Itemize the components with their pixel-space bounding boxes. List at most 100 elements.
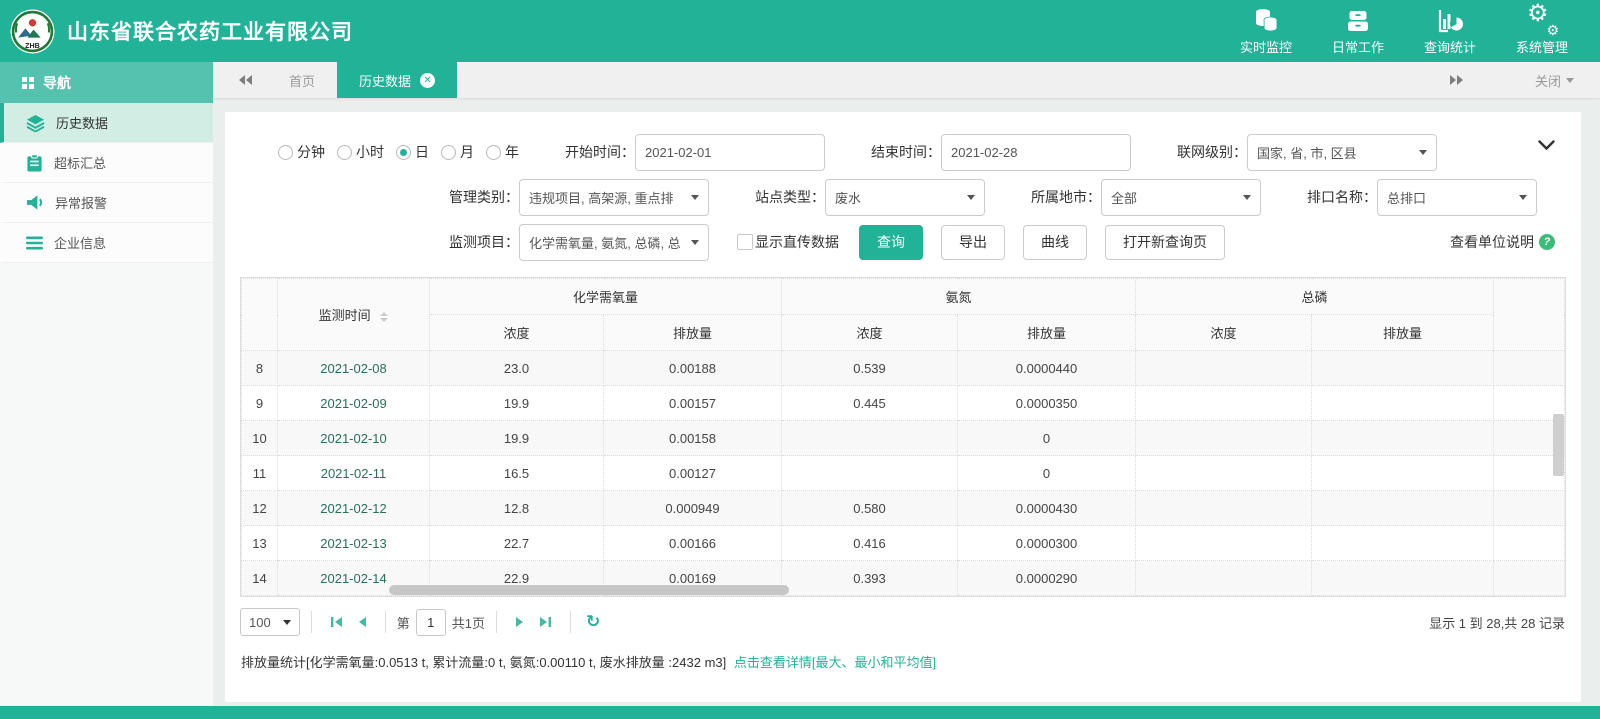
- network-level-label: 联网级别：: [1159, 142, 1247, 162]
- sidebar-item[interactable]: 超标汇总: [0, 143, 213, 183]
- tabs-scroll-right-icon[interactable]: [1449, 74, 1465, 86]
- outlet-select[interactable]: 总排口: [1377, 179, 1537, 216]
- export-button[interactable]: 导出: [941, 225, 1005, 260]
- radio-label: 年: [505, 142, 519, 162]
- chevron-down-icon: [967, 195, 975, 200]
- tabs-scroll-left-icon[interactable]: [237, 74, 253, 86]
- value-cell: [1136, 386, 1312, 421]
- top-nav-item[interactable]: ⚙⚙系统管理: [1514, 6, 1570, 56]
- table-row: 122021-02-1212.80.0009490.5800.0000430: [242, 491, 1565, 526]
- value-cell: 0.393: [782, 561, 958, 596]
- page-size-select[interactable]: 100: [240, 608, 300, 636]
- prev-page-icon[interactable]: [357, 616, 367, 628]
- outlet-label: 排口名称：: [1289, 187, 1377, 207]
- granularity-radio[interactable]: 月: [441, 142, 474, 162]
- value-cell: 0.00157: [604, 386, 782, 421]
- radio-label: 分钟: [297, 142, 325, 162]
- row-index: 10: [242, 421, 278, 456]
- tab-close-icon[interactable]: ✕: [420, 73, 435, 88]
- chevron-down-icon: [1243, 195, 1251, 200]
- value-cell: 22.7: [430, 526, 604, 561]
- top-nav-label: 系统管理: [1516, 37, 1568, 56]
- sidebar-item[interactable]: 企业信息: [0, 223, 213, 263]
- monitor-date-link[interactable]: 2021-02-12: [278, 491, 430, 526]
- monitor-date-link[interactable]: 2021-02-11: [278, 456, 430, 491]
- monitor-item-select[interactable]: 化学需氧量, 氨氮, 总磷, 总: [519, 224, 709, 261]
- value-cell: 0.0000430: [958, 491, 1136, 526]
- monitor-date-link[interactable]: 2021-02-13: [278, 526, 430, 561]
- granularity-radio[interactable]: 日: [396, 142, 429, 162]
- partial-cell: [1494, 351, 1565, 386]
- granularity-radio[interactable]: 小时: [337, 142, 384, 162]
- unit-help-link[interactable]: 查看单位说明 ?: [1450, 232, 1565, 252]
- first-page-icon[interactable]: [330, 616, 343, 628]
- end-time-input[interactable]: 2021-02-28: [941, 134, 1131, 171]
- table-body: 82021-02-0823.00.001880.5390.00004409202…: [242, 351, 1565, 596]
- page-prefix: 第: [397, 613, 410, 632]
- value-cell: 0.445: [782, 386, 958, 421]
- tab-history-data[interactable]: 历史数据 ✕: [337, 62, 457, 98]
- top-nav-item[interactable]: 日常工作: [1330, 6, 1386, 56]
- top-nav-item[interactable]: 查询统计: [1422, 6, 1478, 56]
- layers-icon: [26, 114, 45, 132]
- time-column-header[interactable]: 监测时间: [278, 279, 430, 351]
- radio-icon: [441, 145, 456, 160]
- bottom-accent-bar: [0, 706, 1600, 719]
- start-time-input[interactable]: 2021-02-01: [635, 134, 825, 171]
- sidebar-item[interactable]: 异常报警: [0, 183, 213, 223]
- refresh-icon[interactable]: ↻: [586, 612, 600, 632]
- value-cell: 0.0000350: [958, 386, 1136, 421]
- chevron-down-icon: [691, 240, 699, 245]
- end-time-label: 结束时间：: [853, 142, 941, 162]
- curve-button[interactable]: 曲线: [1023, 225, 1087, 260]
- last-page-icon[interactable]: [539, 616, 552, 628]
- value-cell: [1312, 526, 1494, 561]
- value-cell: 19.9: [430, 386, 604, 421]
- value-cell: 19.9: [430, 421, 604, 456]
- vertical-scrollbar[interactable]: [1553, 414, 1564, 476]
- svg-text:ZHB: ZHB: [25, 41, 40, 49]
- sidebar-item-label: 异常报警: [55, 193, 107, 212]
- horizontal-scrollbar[interactable]: [389, 585, 789, 595]
- value-cell: 0.00188: [604, 351, 782, 386]
- value-cell: 16.5: [430, 456, 604, 491]
- monitor-date-link[interactable]: 2021-02-08: [278, 351, 430, 386]
- clipboard-icon: [26, 154, 43, 172]
- sidebar-items: 历史数据 超标汇总 异常报警 企业信息: [0, 103, 213, 263]
- collapse-filter-chevron-icon[interactable]: [1538, 138, 1555, 156]
- city-label: 所属地市：: [1013, 187, 1101, 207]
- value-cell: [1136, 526, 1312, 561]
- site-type-select[interactable]: 废水: [825, 179, 985, 216]
- sidebar-item-label: 历史数据: [56, 113, 108, 132]
- value-cell: [1136, 491, 1312, 526]
- monitor-date-link[interactable]: 2021-02-10: [278, 421, 430, 456]
- sub-header-emission: 排放量: [1312, 315, 1494, 351]
- network-level-select[interactable]: 国家, 省, 市, 区县: [1247, 134, 1437, 171]
- page-number-input[interactable]: [416, 609, 446, 636]
- stats-text: 排放量统计[化学需氧量:0.0513 t, 累计流量:0 t, 氨氮:0.001…: [241, 655, 726, 670]
- city-select[interactable]: 全部: [1101, 179, 1261, 216]
- start-time-label: 开始时间：: [547, 142, 635, 162]
- view-detail-link[interactable]: 点击查看详情[最大、最小和平均值]: [734, 655, 936, 670]
- radio-label: 月: [460, 142, 474, 162]
- page-total: 共1页: [452, 613, 485, 632]
- monitor-date-link[interactable]: 2021-02-09: [278, 386, 430, 421]
- chevron-down-icon: [1566, 78, 1574, 83]
- manage-type-select[interactable]: 违规项目, 高架源, 重点排: [519, 179, 709, 216]
- new-query-page-button[interactable]: 打开新查询页: [1105, 225, 1225, 260]
- granularity-radio[interactable]: 年: [486, 142, 519, 162]
- radio-label: 小时: [356, 142, 384, 162]
- next-page-icon[interactable]: [515, 616, 525, 628]
- top-nav-label: 查询统计: [1424, 37, 1476, 56]
- granularity-radio[interactable]: 分钟: [278, 142, 325, 162]
- top-nav-item[interactable]: 实时监控: [1238, 6, 1294, 56]
- value-cell: 0.0000440: [958, 351, 1136, 386]
- sidebar-item[interactable]: 历史数据: [0, 103, 213, 143]
- value-cell: 0.416: [782, 526, 958, 561]
- direct-data-checkbox[interactable]: 显示直传数据: [737, 232, 839, 252]
- close-tabs-menu[interactable]: 关闭: [1535, 71, 1574, 90]
- data-table: 监测时间 化学需氧量 氨氮 总磷 浓度 排放量 浓度 排放: [240, 277, 1566, 597]
- tab-home[interactable]: 首页: [267, 62, 337, 98]
- sub-header-concentration: 浓度: [1136, 315, 1312, 351]
- query-button[interactable]: 查询: [859, 225, 923, 260]
